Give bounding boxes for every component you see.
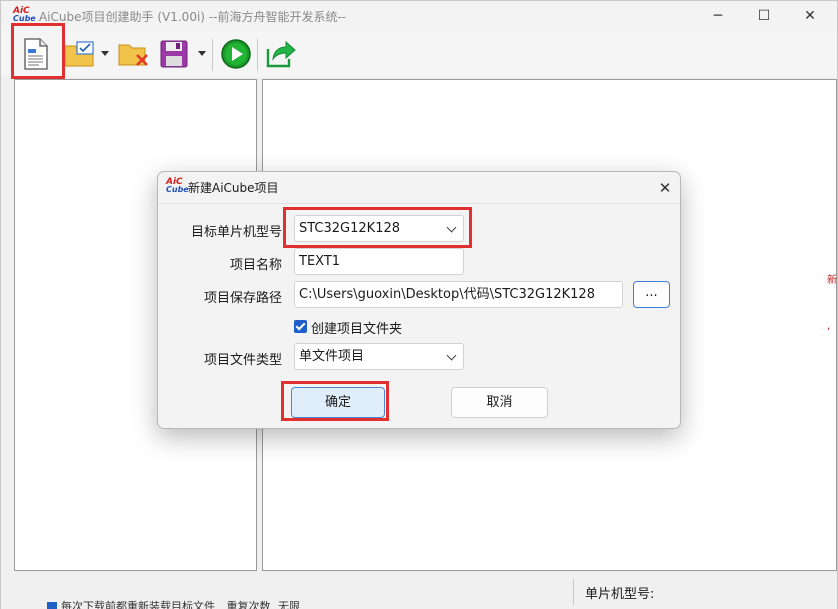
right-edge-text: 新 xyxy=(827,275,837,286)
dialog-close-button[interactable]: ✕ xyxy=(654,177,676,199)
minimize-icon: ─ xyxy=(713,8,723,24)
open-project-dropdown-icon[interactable] xyxy=(101,51,109,56)
new-project-highlight xyxy=(11,23,65,79)
toolbar-separator xyxy=(257,39,258,71)
close-project-icon xyxy=(118,44,148,66)
window-title: AiCube项目创建助手 (V1.00i) --前海方舟智能开发系统-- xyxy=(39,10,347,24)
save-button[interactable] xyxy=(155,35,193,73)
toolbar-separator xyxy=(212,39,213,71)
mcu-model-status: 单片机型号: xyxy=(585,587,655,602)
dialog-title: 新建AiCube项目 xyxy=(188,181,279,195)
ok-button-highlight xyxy=(281,381,389,421)
project-name-input[interactable]: TEXT1 xyxy=(294,248,464,275)
close-project-button[interactable] xyxy=(115,35,153,73)
create-folder-label: 创建项目文件夹 xyxy=(311,322,403,337)
status-divider xyxy=(573,579,574,605)
toolbar xyxy=(1,31,837,77)
mcu-select-highlight xyxy=(283,207,472,248)
save-path-label: 项目保存路径 xyxy=(203,291,282,306)
repeat-value[interactable]: 无限 xyxy=(278,600,300,609)
browse-button[interactable]: ... xyxy=(633,281,670,308)
dialog-title-bar: AiC Cube 新建AiCube项目 ✕ xyxy=(158,172,680,204)
maximize-button[interactable]: ☐ xyxy=(741,1,787,31)
export-icon xyxy=(266,40,296,68)
repeat-label: 重复次数 xyxy=(226,600,271,609)
project-name-label: 项目名称 xyxy=(229,258,282,273)
chevron-down-icon xyxy=(446,350,457,361)
reload-checkbox[interactable] xyxy=(47,602,57,609)
reload-label: 每次下载前都重新装载目标文件 xyxy=(61,600,215,609)
mcu-model-label: 目标单片机型号 xyxy=(190,225,282,240)
close-icon: ✕ xyxy=(658,179,672,197)
close-button[interactable]: ✕ xyxy=(787,1,833,31)
open-project-button[interactable] xyxy=(61,35,99,73)
file-type-select[interactable]: 单文件项目 xyxy=(294,343,464,370)
cancel-button[interactable]: 取消 xyxy=(451,387,548,418)
logo-text-bottom: Cube xyxy=(13,14,36,23)
file-type-value: 单文件项目 xyxy=(299,349,365,364)
save-dropdown-icon[interactable] xyxy=(198,51,206,56)
save-path-input[interactable]: C:\Users\guoxin\Desktop\代码\STC32G12K128 xyxy=(294,281,623,308)
new-project-dialog: AiC Cube 新建AiCube项目 ✕ 目标单片机型号 STC32G12K1… xyxy=(157,171,681,429)
minimize-button[interactable]: ─ xyxy=(695,1,741,31)
run-button[interactable] xyxy=(217,35,255,73)
bottom-options: 每次下载前都重新装载目标文件 重复次数 无限 xyxy=(47,598,367,609)
maximize-icon: ☐ xyxy=(757,8,771,24)
open-folder-icon xyxy=(64,41,94,67)
right-edge-text: , xyxy=(827,321,831,332)
logo-text-bottom: Cube xyxy=(166,185,189,194)
file-type-label: 项目文件类型 xyxy=(203,353,282,368)
dialog-logo: AiC Cube xyxy=(166,178,189,196)
save-icon xyxy=(160,40,188,68)
create-folder-checkbox[interactable] xyxy=(294,320,307,333)
close-icon: ✕ xyxy=(804,8,816,24)
export-button[interactable] xyxy=(262,35,300,73)
run-icon xyxy=(221,39,251,69)
title-bar: AiC Cube AiCube项目创建助手 (V1.00i) --前海方舟智能开… xyxy=(1,1,837,31)
